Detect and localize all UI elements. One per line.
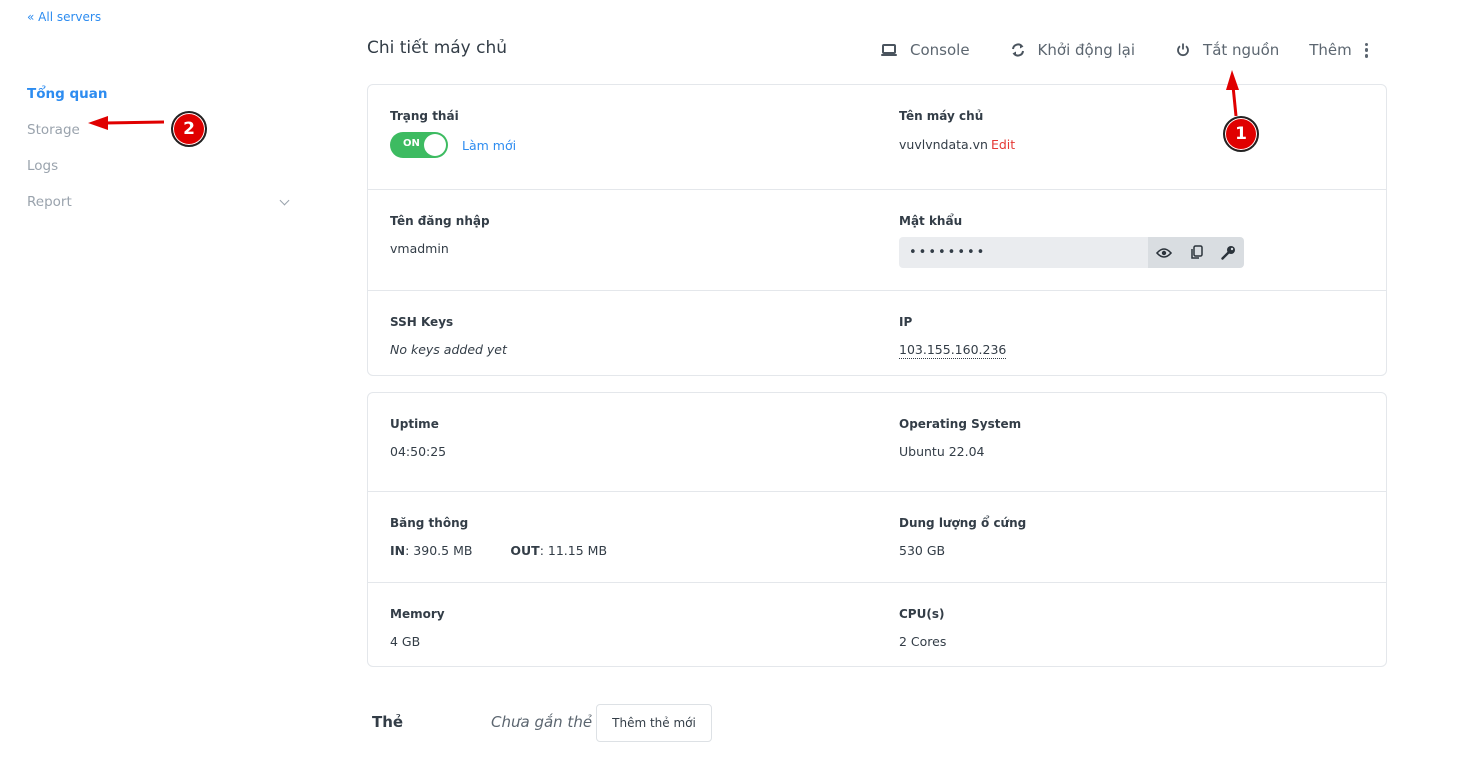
bandwidth-in-label: IN — [390, 543, 406, 558]
password-group — [899, 237, 1244, 268]
annotation-badge-1: 1 — [1223, 116, 1259, 152]
password-field: Mật khẩu — [899, 190, 1244, 268]
memory-field: Memory 4 GB — [390, 583, 445, 649]
stats-row-uptime: Uptime 04:50:25 Operating System Ubuntu … — [368, 393, 1386, 492]
more-label: Thêm — [1309, 41, 1352, 59]
cpu-label: CPU(s) — [899, 607, 945, 621]
reset-password-button[interactable] — [1212, 237, 1244, 268]
uptime-field: Uptime 04:50:25 — [390, 393, 446, 459]
uptime-value: 04:50:25 — [390, 444, 447, 459]
disk-label: Dung lượng ổ cứng — [899, 516, 1027, 530]
os-field: Operating System Ubuntu 22.04 — [899, 393, 1021, 459]
edit-hostname-link[interactable]: Edit — [991, 137, 1015, 152]
os-label: Operating System — [899, 417, 1022, 431]
cpu-value: 2 Cores — [899, 634, 947, 649]
memory-value: 4 GB — [390, 634, 421, 649]
key-icon — [1220, 246, 1235, 260]
bandwidth-field: Băng thông IN: 390.5 MB OUT: 11.15 MB — [390, 492, 607, 558]
ip-value[interactable]: 103.155.160.236 — [899, 342, 1007, 359]
refresh-status-link[interactable]: Làm mới — [462, 138, 516, 153]
power-off-button[interactable]: Tắt nguồn — [1175, 41, 1279, 59]
status-field: Trạng thái ON Làm mới — [390, 85, 516, 158]
bandwidth-value: IN: 390.5 MB OUT: 11.15 MB — [390, 543, 607, 558]
sidebar-item-label: Report — [27, 194, 72, 210]
bandwidth-in-value: : 390.5 MB — [405, 543, 473, 558]
sidebar-item-storage[interactable]: Storage — [27, 112, 292, 148]
eye-icon — [1156, 247, 1172, 258]
annotation-badge-2: 2 — [171, 111, 207, 147]
stats-row-resources: Memory 4 GB CPU(s) 2 Cores — [368, 583, 1386, 666]
ip-label: IP — [899, 315, 913, 329]
memory-label: Memory — [390, 607, 445, 621]
username-field: Tên đăng nhập vmadmin — [390, 190, 490, 256]
hostname-value: vuvlvndata.vn — [899, 137, 988, 152]
username-label: Tên đăng nhập — [390, 214, 490, 228]
disk-value: 530 GB — [899, 543, 946, 558]
disk-field: Dung lượng ổ cứng 530 GB — [899, 492, 1026, 558]
bandwidth-out-label: OUT — [510, 543, 540, 558]
chevron-down-icon — [279, 195, 290, 205]
power-status-toggle[interactable]: ON — [390, 132, 448, 158]
ssh-keys-field: SSH Keys No keys added yet — [390, 291, 507, 357]
sidebar-item-label: Storage — [27, 122, 80, 138]
toggle-knob — [424, 134, 446, 156]
copy-password-button[interactable] — [1180, 237, 1212, 268]
add-tag-button[interactable]: Thêm thẻ mới — [596, 704, 712, 742]
server-actions: Console Khởi động lại Tắt nguồn Thêm — [880, 36, 1369, 64]
toggle-text: ON — [403, 138, 420, 149]
power-icon — [1175, 42, 1191, 58]
copy-icon — [1190, 245, 1203, 259]
bandwidth-label: Băng thông — [390, 516, 469, 530]
hostname-field: Tên máy chủ vuvlvndata.vn Edit — [899, 85, 1015, 152]
page-title: Chi tiết máy chủ — [367, 38, 508, 58]
console-button[interactable]: Console — [880, 41, 970, 59]
details-row-credentials: Tên đăng nhập vmadmin Mật khẩu — [368, 190, 1386, 291]
sidebar-item-report[interactable]: Report — [27, 184, 292, 220]
tags-label: Thẻ — [372, 713, 404, 731]
sidebar-item-logs[interactable]: Logs — [27, 148, 292, 184]
sidebar-nav: Tổng quan Storage Logs Report — [27, 76, 292, 220]
refresh-icon — [1010, 42, 1026, 58]
sidebar-item-label: Logs — [27, 158, 59, 174]
server-stats-card: Uptime 04:50:25 Operating System Ubuntu … — [367, 392, 1387, 667]
console-label: Console — [910, 41, 970, 59]
kebab-icon — [1364, 42, 1369, 58]
restart-label: Khởi động lại — [1037, 41, 1136, 59]
sidebar-item-overview[interactable]: Tổng quan — [27, 76, 292, 112]
ssh-keys-label: SSH Keys — [390, 315, 454, 329]
status-label: Trạng thái — [390, 109, 459, 123]
bandwidth-out-value: : 11.15 MB — [539, 543, 608, 558]
stats-row-bandwidth: Băng thông IN: 390.5 MB OUT: 11.15 MB Du… — [368, 492, 1386, 583]
details-row-access: SSH Keys No keys added yet IP 103.155.16… — [368, 291, 1386, 375]
ip-field: IP 103.155.160.236 — [899, 291, 1007, 359]
username-value: vmadmin — [390, 241, 449, 256]
more-menu-button[interactable]: Thêm — [1309, 41, 1369, 59]
uptime-label: Uptime — [390, 417, 439, 431]
cpu-field: CPU(s) 2 Cores — [899, 583, 946, 649]
sidebar-item-label: Tổng quan — [27, 86, 108, 102]
laptop-icon — [880, 43, 898, 57]
hostname-label: Tên máy chủ — [899, 109, 984, 123]
password-input[interactable] — [899, 237, 1148, 268]
ssh-keys-value: No keys added yet — [390, 342, 507, 357]
power-off-label: Tắt nguồn — [1203, 41, 1280, 59]
all-servers-link[interactable]: « All servers — [27, 10, 101, 24]
restart-button[interactable]: Khởi động lại — [1010, 41, 1135, 59]
password-label: Mật khẩu — [899, 214, 963, 228]
show-password-button[interactable] — [1148, 237, 1180, 268]
no-tags-text: Chưa gắn thẻ — [491, 713, 593, 731]
os-value: Ubuntu 22.04 — [899, 444, 985, 459]
